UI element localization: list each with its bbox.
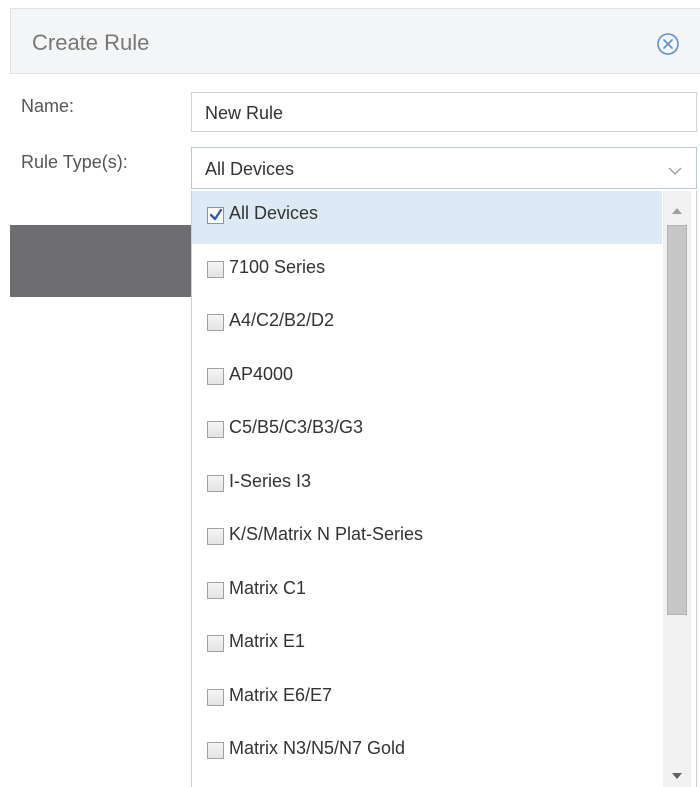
dropdown-option[interactable]: Matrix N3/N5/N7 Gold: [192, 726, 662, 779]
dropdown-option-label: I-Series I3: [229, 470, 312, 491]
checkbox-unchecked[interactable]: [207, 635, 224, 652]
checkbox-unchecked[interactable]: [207, 581, 224, 599]
checkbox-unchecked[interactable]: [207, 528, 224, 545]
dropdown-option[interactable]: Matrix E6/E7: [192, 673, 662, 726]
rule-type-label: Rule Type(s):: [21, 152, 128, 172]
dropdown-option-label: 7100 Series: [229, 256, 326, 277]
chevron-down-icon[interactable]: [668, 163, 682, 181]
dropdown-option[interactable]: C5/B5/C3/B3/G3: [192, 405, 662, 458]
checkbox-unchecked[interactable]: [207, 367, 224, 385]
dropdown-option[interactable]: A4/C2/B2/D2: [192, 298, 662, 351]
name-input[interactable]: New Rule: [191, 92, 697, 132]
dropdown-option-label: Matrix E6/E7: [229, 684, 333, 705]
dropdown-option-label: Matrix E1: [229, 631, 306, 651]
checkbox-unchecked[interactable]: [207, 742, 224, 759]
dropdown-option[interactable]: 7100 Series: [192, 245, 662, 298]
dropdown-option-label: Matrix C1: [229, 577, 307, 598]
checkbox-unchecked[interactable]: [207, 474, 224, 492]
scrollbar-thumb[interactable]: [667, 225, 687, 615]
dropdown-option-label: Matrix N3/N5/N7 Gold: [229, 738, 406, 758]
rule-type-value: All Devices: [205, 159, 295, 179]
checkbox-unchecked[interactable]: [207, 688, 224, 706]
dropdown-option-label: C5/B5/C3/B3/G3: [229, 417, 364, 437]
scrollbar[interactable]: [663, 191, 691, 787]
dialog-header: Create Rule: [10, 8, 700, 74]
rule-type-dropdown-list: All Devices 7100 Series A4/C2/B2/D2 AP4000 C…: [191, 191, 697, 787]
name-input-value: New Rule: [205, 103, 284, 123]
dropdown-option-label: K/S/Matrix N Plat-Series: [229, 524, 424, 544]
dialog-title: Create Rule: [32, 30, 150, 55]
dropdown-option-label: A4/C2/B2/D2: [229, 310, 335, 330]
scroll-up-icon[interactable]: [672, 201, 682, 219]
checkmark-icon: [209, 208, 223, 221]
checkbox-checked[interactable]: [207, 207, 224, 224]
dropdown-option[interactable]: AP4000: [192, 352, 662, 405]
dropdown-option[interactable]: All Devices: [192, 191, 662, 244]
dropdown-option[interactable]: Matrix E1: [192, 619, 662, 672]
checkbox-unchecked[interactable]: [207, 260, 224, 278]
scroll-down-icon[interactable]: [672, 766, 682, 784]
dropdown-option[interactable]: I-Series I3: [192, 459, 662, 512]
close-icon[interactable]: [656, 32, 680, 56]
rule-type-select[interactable]: All Devices: [191, 147, 697, 189]
modal-overlay-bar: [10, 225, 192, 297]
dropdown-option-label: AP4000: [229, 363, 294, 384]
dropdown-option-label: All Devices: [229, 203, 319, 223]
dropdown-option[interactable]: K/S/Matrix N Plat-Series: [192, 512, 662, 565]
dropdown-option[interactable]: Matrix C1: [192, 566, 662, 619]
checkbox-unchecked[interactable]: [207, 314, 224, 331]
checkbox-unchecked[interactable]: [207, 421, 224, 438]
name-label: Name:: [21, 96, 75, 116]
